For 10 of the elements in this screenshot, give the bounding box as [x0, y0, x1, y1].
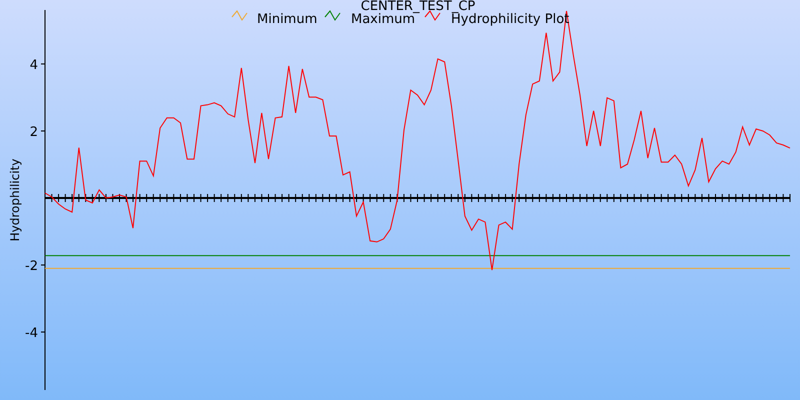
legend-label: Minimum — [257, 12, 318, 27]
legend-label: Maximum — [351, 12, 416, 27]
y-tick-label: 2 — [30, 124, 38, 140]
chart-title: CENTER_TEST_CP — [360, 0, 476, 14]
y-axis-label: Hydrophilicity — [8, 158, 22, 242]
y-tick-label: -4 — [25, 326, 38, 342]
legend-line-icon — [324, 10, 340, 21]
legend-line-icon — [232, 10, 248, 21]
y-tick-label: -2 — [25, 259, 38, 274]
y-tick-label: 4 — [30, 58, 38, 73]
